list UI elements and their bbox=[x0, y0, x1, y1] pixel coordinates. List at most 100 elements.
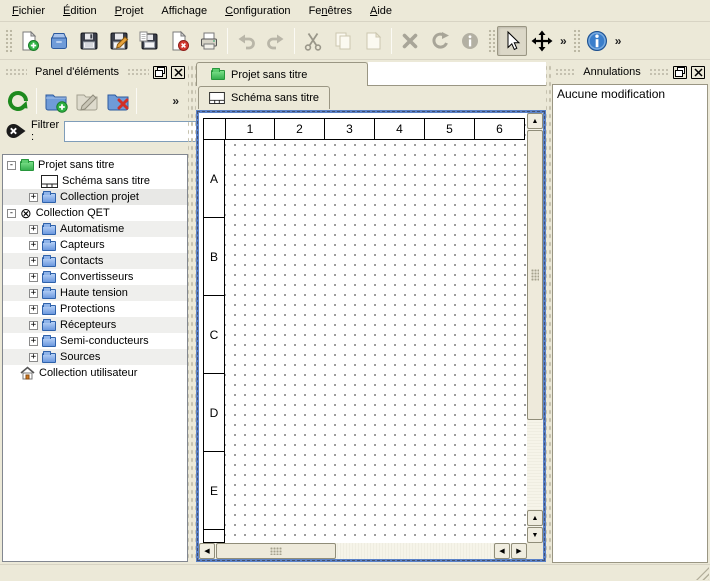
menu-fichier[interactable]: Fichier bbox=[3, 2, 54, 20]
toolbar-drag-handle[interactable] bbox=[4, 28, 12, 54]
menu-fenetres[interactable]: Fenêtres bbox=[300, 2, 361, 20]
tree-item-collection-qet[interactable]: - ⊗ Collection QET bbox=[3, 205, 187, 221]
scroll-up-button[interactable]: ▲ bbox=[527, 113, 543, 129]
tab-schema-sans-titre[interactable]: Schéma sans titre bbox=[198, 86, 330, 109]
panel-toolbar-overflow-chevron[interactable]: » bbox=[169, 94, 182, 108]
expander-icon[interactable]: + bbox=[29, 273, 38, 282]
redo-button bbox=[261, 26, 291, 56]
splitter-left[interactable] bbox=[188, 62, 196, 562]
print-button[interactable] bbox=[194, 26, 224, 56]
resize-grip-icon[interactable] bbox=[696, 567, 709, 580]
expander-icon[interactable]: + bbox=[29, 225, 38, 234]
move-mode-button[interactable] bbox=[527, 26, 557, 56]
tree-item-automatisme[interactable]: + Automatisme bbox=[3, 221, 187, 237]
expander-icon[interactable]: + bbox=[29, 305, 38, 314]
tree-item-contacts[interactable]: + Contacts bbox=[3, 253, 187, 269]
toolbar-overflow-chevron[interactable]: » bbox=[557, 34, 570, 48]
expander-icon[interactable]: - bbox=[7, 161, 16, 170]
folder-icon bbox=[42, 225, 56, 235]
status-bar bbox=[0, 564, 710, 581]
new-category-button[interactable] bbox=[40, 86, 71, 117]
toolbar-overflow-chevron[interactable]: » bbox=[612, 34, 625, 48]
qet-logo-icon: ⊗ bbox=[20, 207, 32, 219]
menu-affichage[interactable]: Affichage bbox=[152, 2, 216, 20]
scroll-left-button[interactable]: ◀ bbox=[199, 543, 215, 559]
undo-icon bbox=[235, 30, 257, 52]
expander-icon[interactable]: + bbox=[29, 289, 38, 298]
undo-panel-title: Annulations bbox=[579, 66, 645, 78]
menu-projet[interactable]: Projet bbox=[106, 2, 153, 20]
tree-item-recepteurs[interactable]: + Récepteurs bbox=[3, 317, 187, 333]
mdi-area: Projet sans titre Schéma sans titre 1 2 … bbox=[196, 62, 546, 563]
save-all-button[interactable] bbox=[134, 26, 164, 56]
about-button[interactable] bbox=[582, 26, 612, 56]
menu-aide[interactable]: Aide bbox=[361, 2, 401, 20]
float-panel-button[interactable] bbox=[153, 66, 167, 79]
horizontal-scrollbar[interactable]: ◀ ◀ ▶ bbox=[199, 543, 527, 559]
save-button[interactable] bbox=[74, 26, 104, 56]
redo-icon bbox=[265, 30, 287, 52]
close-document-button[interactable] bbox=[164, 26, 194, 56]
schema-grid-dots[interactable] bbox=[225, 118, 527, 543]
folder-icon bbox=[42, 305, 56, 315]
expander-icon[interactable]: + bbox=[29, 353, 38, 362]
close-document-icon bbox=[168, 30, 190, 52]
new-category-icon bbox=[43, 88, 69, 114]
horizontal-scroll-thumb[interactable] bbox=[216, 543, 336, 559]
tree-item-schema[interactable]: Schéma sans titre bbox=[3, 173, 187, 189]
expander-icon[interactable]: + bbox=[29, 193, 38, 202]
select-arrow-icon bbox=[501, 30, 523, 52]
expander-icon[interactable]: + bbox=[29, 241, 38, 250]
undo-panel-header[interactable]: Annulations bbox=[552, 62, 708, 82]
scroll-down-button[interactable]: ▼ bbox=[527, 527, 543, 543]
tree-item-convertisseurs[interactable]: + Convertisseurs bbox=[3, 269, 187, 285]
undo-list-item[interactable]: Aucune modification bbox=[553, 85, 707, 103]
reload-collections-button[interactable] bbox=[2, 86, 33, 117]
tab-projet-sans-titre[interactable]: Projet sans titre bbox=[196, 62, 368, 86]
float-icon bbox=[155, 67, 165, 77]
tree-item-haute-tension[interactable]: + Haute tension bbox=[3, 285, 187, 301]
toolbar-drag-handle[interactable] bbox=[487, 28, 495, 54]
scroll-right-button[interactable]: ▶ bbox=[511, 543, 527, 559]
expander-icon[interactable]: + bbox=[29, 321, 38, 330]
vertical-scroll-thumb[interactable] bbox=[527, 130, 543, 420]
tree-item-collection-projet[interactable]: + Collection projet bbox=[3, 189, 187, 205]
float-panel-button[interactable] bbox=[673, 66, 687, 79]
toolbar-drag-handle[interactable] bbox=[572, 28, 580, 54]
schema-view[interactable]: 1 2 3 4 5 6 A B C D E ▲ ▲ ▼ ◀ ◀ ▶ bbox=[196, 110, 546, 562]
edit-category-button bbox=[71, 86, 102, 117]
elements-panel-header[interactable]: Panel d'éléments bbox=[2, 62, 188, 82]
folder-icon bbox=[42, 353, 56, 363]
grid-column-label: 6 bbox=[475, 118, 525, 140]
schema-icon bbox=[41, 175, 58, 188]
filter-label: Filtrer : bbox=[31, 119, 59, 143]
tree-item-protections[interactable]: + Protections bbox=[3, 301, 187, 317]
delete-category-icon bbox=[105, 88, 131, 114]
save-as-button[interactable] bbox=[104, 26, 134, 56]
expander-icon[interactable]: - bbox=[7, 209, 16, 218]
scroll-up-button-2[interactable]: ▲ bbox=[527, 510, 543, 526]
expander-icon[interactable]: + bbox=[29, 337, 38, 346]
tree-item-collection-utilisateur[interactable]: Collection utilisateur bbox=[3, 365, 187, 381]
scroll-left-button-2[interactable]: ◀ bbox=[494, 543, 510, 559]
tree-item-projet[interactable]: - Projet sans titre bbox=[3, 157, 187, 173]
open-button[interactable] bbox=[44, 26, 74, 56]
tree-item-capteurs[interactable]: + Capteurs bbox=[3, 237, 187, 253]
paste-icon bbox=[362, 30, 384, 52]
new-document-button[interactable] bbox=[14, 26, 44, 56]
expander-icon[interactable]: + bbox=[29, 257, 38, 266]
grid-column-label: 4 bbox=[375, 118, 425, 140]
move-icon bbox=[531, 30, 553, 52]
undo-history-list[interactable]: Aucune modification bbox=[552, 84, 708, 563]
select-mode-button[interactable] bbox=[497, 26, 527, 56]
menu-edition[interactable]: Édition bbox=[54, 2, 106, 20]
close-panel-button[interactable] bbox=[691, 66, 705, 79]
menu-configuration[interactable]: Configuration bbox=[216, 2, 299, 20]
tree-item-sources[interactable]: + Sources bbox=[3, 349, 187, 365]
tree-item-semi-conducteurs[interactable]: + Semi-conducteurs bbox=[3, 333, 187, 349]
clear-filter-icon[interactable] bbox=[6, 123, 26, 139]
vertical-scrollbar[interactable]: ▲ ▲ ▼ bbox=[527, 113, 543, 543]
delete-category-button[interactable] bbox=[102, 86, 133, 117]
folder-icon bbox=[42, 193, 56, 203]
close-panel-button[interactable] bbox=[171, 66, 185, 79]
